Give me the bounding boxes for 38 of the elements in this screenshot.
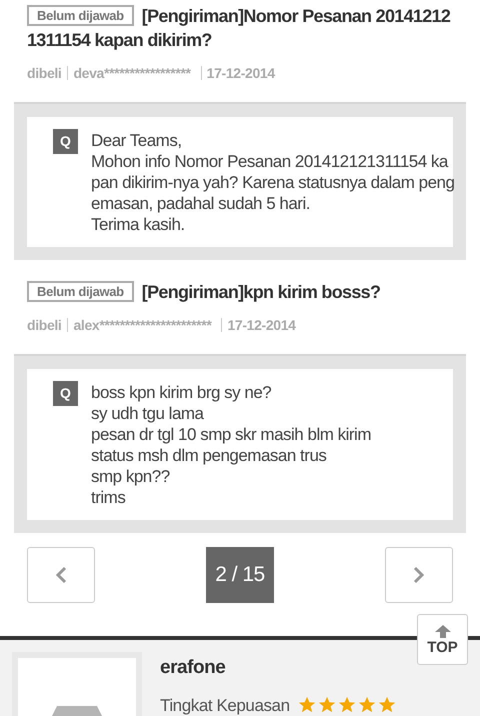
question-title[interactable]: [Pengiriman]kpn kirim bosss? — [142, 282, 380, 302]
page-indicator: 2 / 15 — [206, 546, 274, 602]
previous-button[interactable] — [27, 546, 95, 602]
chevron-right-icon — [413, 566, 425, 584]
message-line: smp kpn?? — [91, 466, 171, 487]
tag: dibeli — [27, 318, 62, 332]
message-line: Terima kasih. — [91, 214, 186, 235]
status-badge: Belum dijawab — [27, 5, 134, 26]
message-line: trims — [91, 487, 126, 508]
chevron-left-icon — [55, 566, 67, 584]
message-line: status msh dlm pengemasan trus — [91, 445, 328, 466]
seller-name: erafone — [160, 656, 226, 680]
star-icon — [358, 696, 376, 714]
star-icon — [378, 696, 396, 714]
rating-label: Tingkat Kepuasan — [160, 694, 290, 716]
back-to-top-button[interactable]: TOP — [417, 614, 468, 665]
question-marker: Q — [53, 381, 78, 406]
message-line: Dear Teams, — [91, 130, 183, 151]
question-date: 17-12-2014 — [221, 318, 296, 332]
next-button[interactable] — [385, 546, 453, 602]
arrow-up-icon — [434, 624, 450, 638]
message-line: boss kpn kirim brg sy ne? — [91, 382, 272, 403]
user-name: deva***************** — [67, 66, 191, 80]
tag: dibeli — [27, 66, 62, 80]
user-name: alex********************** — [67, 318, 212, 332]
question-marker: Q — [53, 129, 78, 154]
star-icon — [338, 696, 356, 714]
status-badge: Belum dijawab — [27, 281, 134, 302]
star-icon — [318, 696, 336, 714]
question-title[interactable]: 1311154 kapan dikirim? — [27, 30, 212, 50]
message-line: pan dikirim-nya yah? Karena statusnya dalam peng — [91, 172, 454, 193]
question-date: 17-12-2014 — [200, 66, 275, 80]
star-icon — [298, 696, 316, 714]
question-title[interactable]: [Pengiriman]Nomor Pesanan 20141212 — [142, 6, 450, 26]
message-line: emasan, padahal sudah 5 hari. — [91, 193, 311, 214]
message-line: sy udh tgu lama — [91, 403, 205, 424]
message-line: pesan dr tgl 10 smp skr masih blm kirim — [91, 424, 371, 445]
message-line: Mohon info Nomor Pesanan 201412121311154 ka — [91, 151, 450, 172]
